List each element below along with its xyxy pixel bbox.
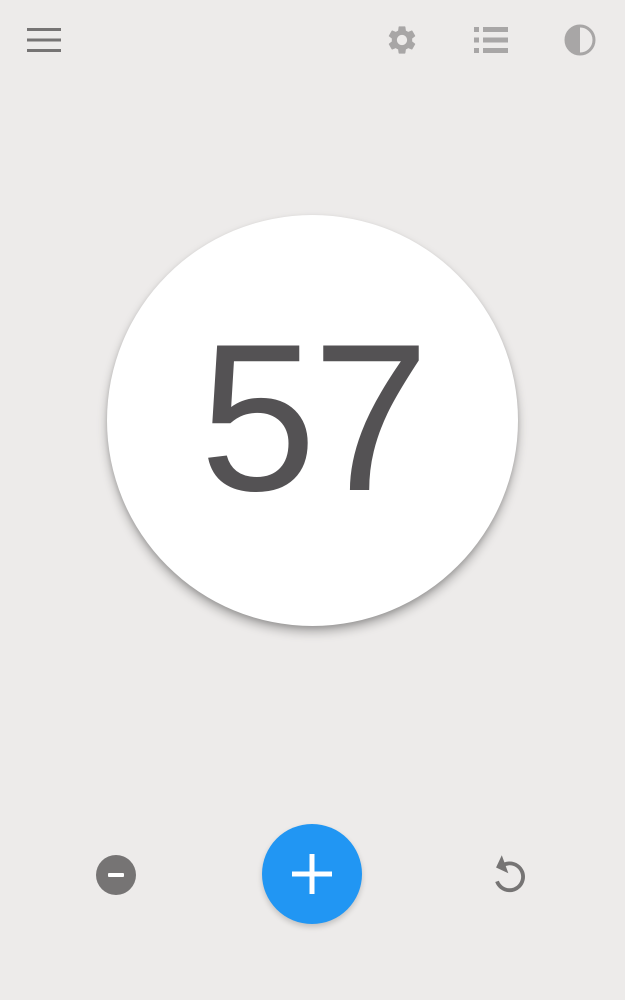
top-toolbar	[0, 0, 625, 80]
reset-button[interactable]	[486, 852, 532, 898]
list-icon	[474, 27, 508, 53]
gear-icon	[388, 26, 416, 54]
menu-icon	[27, 28, 61, 52]
counter-value: 57	[199, 299, 430, 535]
decrement-button[interactable]	[95, 854, 137, 896]
counter-display[interactable]: 57	[107, 215, 518, 626]
list-button[interactable]	[469, 18, 513, 62]
plus-icon	[292, 854, 332, 894]
increment-button[interactable]	[262, 824, 362, 924]
menu-button[interactable]	[22, 18, 66, 62]
settings-button[interactable]	[380, 18, 424, 62]
minus-circle-icon	[96, 855, 136, 895]
contrast-icon	[564, 24, 596, 56]
theme-toggle-button[interactable]	[558, 18, 602, 62]
refresh-icon	[495, 855, 525, 893]
